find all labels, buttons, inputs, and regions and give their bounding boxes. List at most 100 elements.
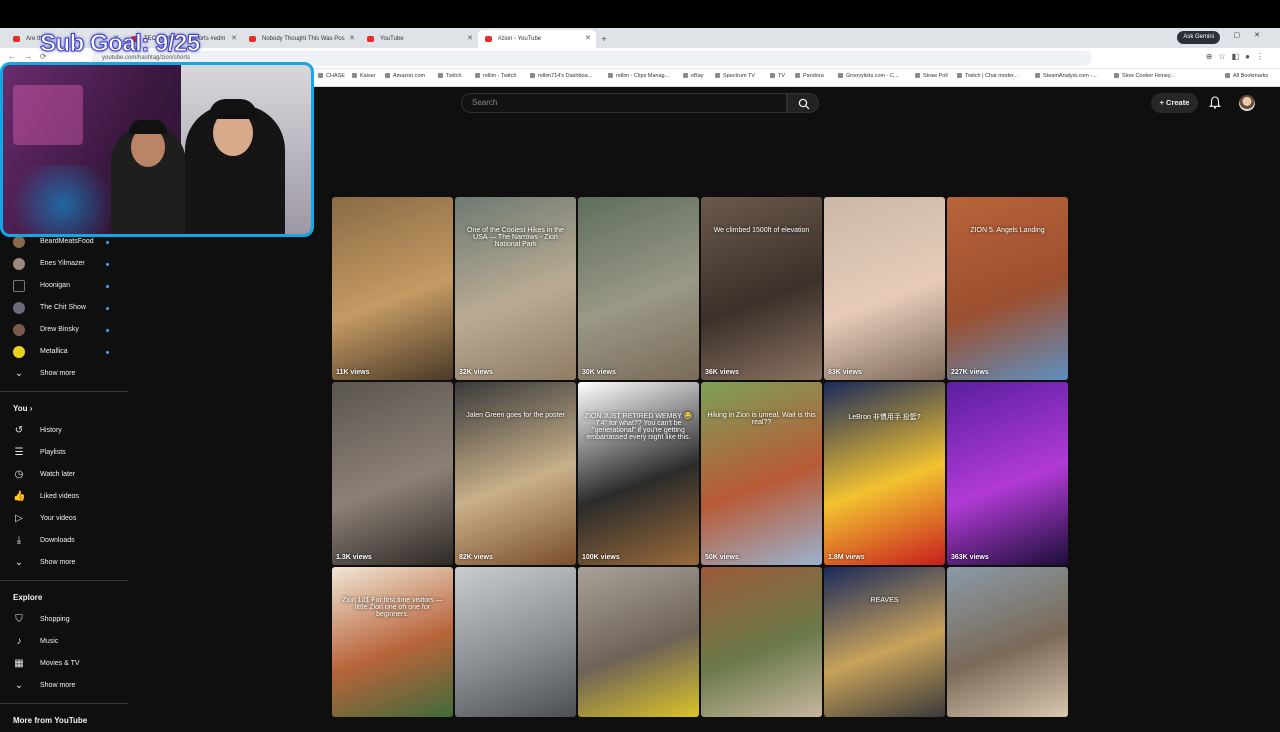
channel-avatar	[13, 236, 25, 248]
sidebar-item-playlists[interactable]: ☰ Playlists	[0, 442, 128, 464]
close-icon[interactable]: ✕	[349, 30, 355, 48]
show-more-button[interactable]: ⌄ Show more	[0, 675, 128, 697]
short-card[interactable]	[578, 567, 699, 717]
extension-icons[interactable]: ⊕☆◧●⋮	[1206, 52, 1270, 61]
short-view-count: 50K views	[705, 554, 739, 561]
show-more-button[interactable]: ⌄ Show more	[0, 552, 128, 574]
bookmark[interactable]: Spectrum TV	[715, 73, 755, 79]
short-view-count: 363K views	[951, 554, 989, 561]
you-section-title[interactable]: You ›	[0, 398, 128, 420]
notifications-bell-icon[interactable]	[1209, 96, 1221, 109]
youtube-favicon-icon	[367, 36, 374, 42]
ask-gemini-button[interactable]: Ask Gemini	[1177, 31, 1220, 44]
short-card[interactable]: One of the Coolest Hikes in the USA — Th…	[455, 197, 576, 380]
short-card[interactable]: 363K views	[947, 382, 1068, 565]
show-more-label: Show more	[40, 559, 76, 566]
bookmark[interactable]: Groovylists.com - C...	[838, 73, 899, 79]
sidebar-item-label: BeardMeatsFood	[40, 238, 94, 245]
show-more-button[interactable]: ⌄ Show more	[0, 363, 128, 385]
streamer-cap-2	[209, 99, 257, 119]
chevron-down-icon: ⌄	[14, 368, 24, 379]
sidebar-item-label: Playlists	[40, 449, 66, 456]
bookmark[interactable]: rellim714's Dashboa...	[530, 73, 592, 79]
sidebar-item-subscription[interactable]: Metallica	[0, 341, 128, 363]
sidebar-item-liked-videos[interactable]: 👍 Liked videos	[0, 486, 128, 508]
sidebar-item-subscription[interactable]: Enes Yilmazer	[0, 253, 128, 275]
short-card[interactable]: 11K views	[332, 197, 453, 380]
short-card[interactable]	[701, 567, 822, 717]
short-card[interactable]: 30K views	[578, 197, 699, 380]
short-card[interactable]: Hiking in Zion is unreal. Wait is this r…	[701, 382, 822, 565]
sidebar-item-history[interactable]: ↺ History	[0, 420, 128, 442]
short-card[interactable]: We climbed 1500ft of elevation 36K views	[701, 197, 822, 380]
bookmark[interactable]: Twitch | Chat moder...	[957, 73, 1018, 79]
movies-icon: ▦	[14, 658, 24, 669]
short-card[interactable]	[947, 567, 1068, 717]
browser-tab[interactable]: YouTube ✕	[360, 30, 478, 48]
sidebar-item-movies-tv[interactable]: ▦ Movies & TV	[0, 653, 128, 675]
sidebar-item-shopping[interactable]: ⛉ Shopping	[0, 609, 128, 631]
create-button[interactable]: + Create	[1151, 93, 1198, 113]
sidebar-item-your-videos[interactable]: ▷ Your videos	[0, 508, 128, 530]
close-icon[interactable]: ✕	[585, 30, 591, 48]
new-content-dot	[106, 285, 109, 288]
bookmark[interactable]: All Bookmarks	[1225, 73, 1268, 79]
sidebar-item-music[interactable]: ♪ Music	[0, 631, 128, 653]
account-avatar[interactable]	[1239, 95, 1255, 111]
sidebar-item-downloads[interactable]: ⤓ Downloads	[0, 530, 128, 552]
your-videos-icon: ▷	[15, 513, 23, 524]
sidebar-item-subscription[interactable]: Hoonigan	[0, 275, 128, 297]
browser-tab-active[interactable]: #zion - YouTube ✕	[478, 30, 596, 48]
sidebar-item-label: The Chit Show	[40, 304, 86, 311]
bookmark[interactable]: Straw Poll	[915, 73, 948, 79]
search-input[interactable]: Search	[461, 93, 787, 113]
search-button[interactable]	[787, 93, 819, 113]
short-view-count: 1.3K views	[336, 554, 372, 561]
short-card[interactable]: 1.3K views	[332, 382, 453, 565]
new-tab-icon[interactable]: +	[596, 30, 612, 48]
sidebar-item-subscription[interactable]: Drew Binsky	[0, 319, 128, 341]
bookmark[interactable]: SteamAnalyst.com -...	[1035, 73, 1097, 79]
music-icon: ♪	[16, 636, 22, 647]
short-card[interactable]: ZION JUST RETIRED WEMBY 😂 7'4" for what?…	[578, 382, 699, 565]
sidebar-item-watch-later[interactable]: ◷ Watch later	[0, 464, 128, 486]
close-icon[interactable]: ✕	[231, 30, 237, 48]
short-card[interactable]: ZION 5. Angels Landing 227K views	[947, 197, 1068, 380]
short-caption: ZION 5. Angels Landing	[970, 227, 1045, 234]
short-caption: ZION JUST RETIRED WEMBY 😂 7'4" for what?…	[584, 413, 693, 441]
divider	[0, 580, 128, 581]
short-card[interactable]: Jalen Green goes for the poster 82K views	[455, 382, 576, 565]
sidebar-item-label: Downloads	[40, 537, 75, 544]
bookmark[interactable]: eBay	[683, 73, 704, 79]
bookmark[interactable]: Twitch	[438, 73, 462, 79]
bookmark[interactable]: rellim - Twitch	[475, 73, 517, 79]
short-card[interactable]	[455, 567, 576, 717]
youtube-favicon-icon	[249, 36, 256, 42]
channel-avatar	[13, 324, 25, 336]
browser-tab[interactable]: Nobody Thought This Was Pos ✕	[242, 30, 360, 48]
bookmark[interactable]: TV	[770, 73, 785, 79]
short-view-count: 11K views	[336, 369, 370, 376]
short-card[interactable]: LeBron 非慣用手 投籃? 1.8M views	[824, 382, 945, 565]
bookmark[interactable]: rellim - Clips Manag...	[608, 73, 669, 79]
sidebar-item-label: Watch later	[40, 471, 76, 478]
bookmark[interactable]: Slow Cooker Honey...	[1114, 73, 1175, 79]
bookmark[interactable]: Amazon.com	[385, 73, 425, 79]
short-card[interactable]: 83K views	[824, 197, 945, 380]
short-view-count: 30K views	[582, 369, 616, 376]
bookmark[interactable]: Pandora	[795, 73, 824, 79]
short-card[interactable]: Zion 101 For first time visitors — littl…	[332, 567, 453, 717]
channel-avatar	[13, 280, 25, 292]
bookmark[interactable]: CHASE	[318, 73, 345, 79]
top-black-bar	[0, 0, 1280, 28]
sidebar-item-label: Movies & TV	[40, 660, 80, 667]
close-icon[interactable]: ✕	[467, 30, 473, 48]
sidebar-item-label: Metallica	[40, 348, 68, 355]
short-card[interactable]: REAVES	[824, 567, 945, 717]
bookmark[interactable]: Kaiser	[352, 73, 376, 79]
window-controls[interactable]: –▢✕	[1216, 31, 1274, 39]
sidebar: BeardMeatsFood Enes Yilmazer Hoonigan Th…	[0, 231, 128, 732]
sidebar-item-label: Drew Binsky	[40, 326, 79, 333]
tab-label: Nobody Thought This Was Pos	[262, 36, 345, 42]
sidebar-item-subscription[interactable]: The Chit Show	[0, 297, 128, 319]
